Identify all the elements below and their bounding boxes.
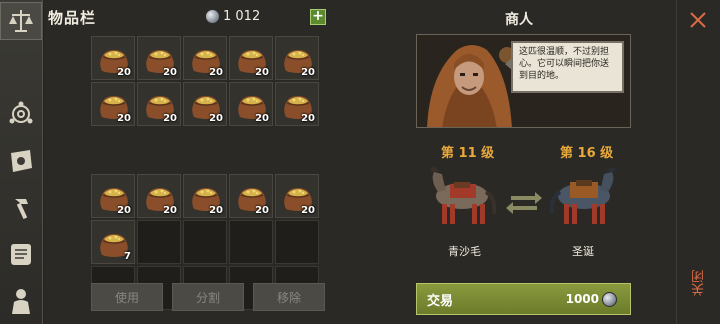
inventory-slot-item[interactable]: 20 — [91, 36, 135, 80]
inventory-slot-item[interactable]: 20 — [137, 174, 181, 218]
item-quantity: 20 — [255, 205, 269, 216]
sun-map-icon[interactable] — [3, 143, 39, 179]
inventory-slot-empty[interactable] — [275, 220, 319, 264]
item-quantity: 20 — [117, 113, 131, 124]
item-quantity: 20 — [163, 205, 177, 216]
trade-price: 1000 — [565, 292, 599, 306]
swap-arrows-icon — [505, 186, 543, 216]
right-horse-name: 圣诞 — [572, 245, 594, 258]
gem-icon — [602, 291, 617, 307]
trade-label: 交易 — [427, 293, 454, 309]
hammer-icon[interactable] — [3, 190, 39, 226]
item-quantity: 20 — [301, 113, 315, 124]
right-horse-level: 第 16 级 — [560, 146, 614, 161]
item-quantity: 20 — [255, 67, 269, 78]
inventory-slot-item[interactable]: 20 — [137, 36, 181, 80]
item-quantity: 20 — [209, 205, 223, 216]
inventory-slot-item[interactable]: 20 — [183, 174, 227, 218]
inventory-slot-empty[interactable] — [137, 220, 181, 264]
inventory-slot-item[interactable]: 20 — [275, 174, 319, 218]
scales-icon[interactable] — [0, 2, 42, 40]
merchant-dialogue: 这匹很温顺，不过别担心。它可以瞬间把你送到目的地。 — [511, 41, 624, 93]
inventory-slot-item[interactable]: 20 — [229, 36, 273, 80]
item-quantity: 20 — [117, 205, 131, 216]
left-horse-level: 第 11 级 — [441, 146, 495, 161]
grid-divider — [91, 128, 319, 132]
item-quantity: 20 — [209, 67, 223, 78]
scroll-icon[interactable] — [3, 236, 39, 272]
merchant-title: 商人 — [505, 12, 533, 28]
inventory-slot-item[interactable]: 20 — [183, 82, 227, 126]
item-quantity: 20 — [117, 67, 131, 78]
left-horse-name: 青沙毛 — [448, 245, 481, 258]
inventory-slot-item[interactable]: 20 — [137, 82, 181, 126]
inventory-grid: 20 20 20 20 20 20 20 20 20 20 20 20 20 20 20 7 — [91, 36, 319, 310]
gem-counter: 1 012 — [205, 9, 260, 24]
inventory-slot-item[interactable]: 20 — [91, 174, 135, 218]
inventory-slot-item[interactable]: 20 — [229, 82, 273, 126]
gem-amount: 1 012 — [223, 9, 261, 24]
inventory-slot-item[interactable]: 20 — [275, 82, 319, 126]
inventory-actions: 使用 分割 移除 — [91, 283, 325, 311]
inventory-slot-item[interactable]: 20 — [275, 36, 319, 80]
item-quantity: 20 — [255, 113, 269, 124]
add-gems-button[interactable]: + — [310, 9, 326, 25]
item-quantity: 20 — [163, 67, 177, 78]
close-button[interactable]: 关闭 — [690, 270, 709, 296]
right-horse-image[interactable] — [546, 162, 622, 232]
compass-icon[interactable] — [3, 96, 39, 132]
inventory-slot-item[interactable]: 20 — [183, 36, 227, 80]
inventory-slot-item[interactable]: 20 — [91, 82, 135, 126]
use-button[interactable]: 使用 — [91, 283, 163, 311]
sidebar — [0, 0, 43, 324]
inventory-slot-item[interactable]: 7 — [91, 220, 135, 264]
inventory-title: 物品栏 — [48, 9, 97, 27]
item-quantity: 20 — [301, 205, 315, 216]
inventory-slot-empty[interactable] — [183, 220, 227, 264]
item-quantity: 20 — [209, 113, 223, 124]
inventory-slot-item[interactable]: 20 — [229, 174, 273, 218]
item-quantity: 20 — [163, 113, 177, 124]
character-icon[interactable] — [3, 283, 39, 319]
item-quantity: 20 — [301, 67, 315, 78]
split-button[interactable]: 分割 — [172, 283, 244, 311]
left-horse-image[interactable] — [424, 162, 500, 232]
item-quantity: 7 — [124, 251, 131, 262]
close-icon[interactable] — [689, 11, 707, 29]
trade-button[interactable]: 交易 1000 — [416, 283, 631, 315]
inventory-slot-empty[interactable] — [229, 220, 273, 264]
remove-button[interactable]: 移除 — [253, 283, 325, 311]
gem-icon — [205, 9, 220, 24]
